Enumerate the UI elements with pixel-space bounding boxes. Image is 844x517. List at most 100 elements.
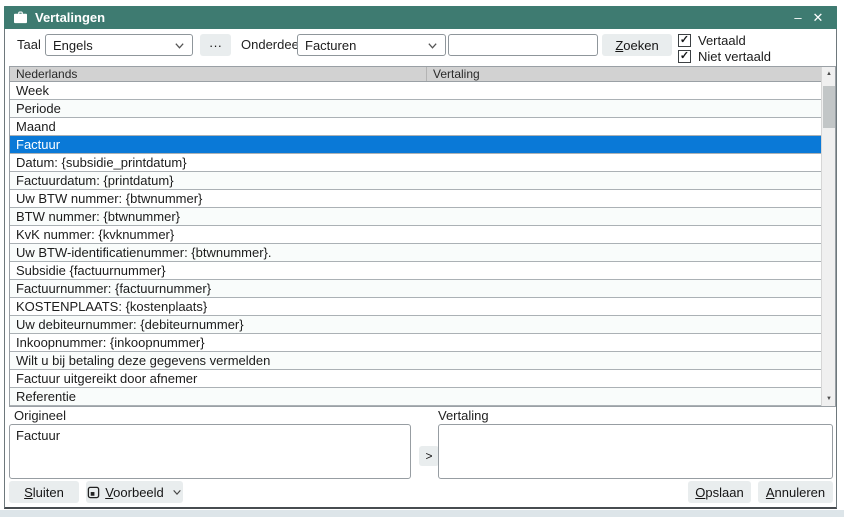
cell-vertaling — [427, 370, 821, 387]
table-row[interactable]: Factuur uitgereikt door afnemer — [10, 370, 821, 388]
close-button[interactable]: ✕ — [808, 7, 828, 29]
table-header: Nederlands Vertaling — [10, 67, 835, 82]
vertaald-checkbox[interactable]: ✓ — [678, 34, 691, 47]
cell-nederlands: Subsidie {factuurnummer} — [10, 262, 427, 279]
vertaling-textarea[interactable] — [439, 425, 832, 478]
search-input[interactable] — [456, 38, 590, 53]
cell-vertaling — [427, 334, 821, 351]
cell-nederlands: Datum: {subsidie_printdatum} — [10, 154, 427, 171]
cell-vertaling — [427, 136, 821, 153]
annuleren-button[interactable]: Annuleren — [758, 481, 833, 503]
cell-vertaling — [427, 118, 821, 135]
cell-vertaling — [427, 280, 821, 297]
table-row[interactable]: Factuur — [10, 136, 821, 154]
column-header-nederlands[interactable]: Nederlands — [10, 67, 427, 81]
cell-nederlands: Maand — [10, 118, 427, 135]
scroll-up-icon[interactable]: ▲ — [822, 67, 836, 81]
table-row[interactable]: Factuurnummer: {factuurnummer} — [10, 280, 821, 298]
cell-nederlands: Periode — [10, 100, 427, 117]
cell-vertaling — [427, 154, 821, 171]
column-header-vertaling[interactable]: Vertaling — [427, 67, 835, 81]
cell-nederlands: Week — [10, 82, 427, 99]
chevron-down-icon — [427, 40, 438, 51]
cell-vertaling — [427, 352, 821, 369]
sluiten-button[interactable]: Sluiten — [9, 481, 79, 503]
briefcase-icon — [13, 11, 28, 24]
taal-select-value: Engels — [53, 38, 174, 53]
niet-vertaald-checkbox[interactable]: ✓ — [678, 50, 691, 63]
titlebar[interactable]: Vertalingen – ✕ — [4, 6, 837, 29]
cell-nederlands: Uw BTW nummer: {btwnummer} — [10, 190, 427, 207]
search-input-wrap — [448, 34, 598, 56]
origineel-label: Origineel — [14, 407, 66, 424]
cell-vertaling — [427, 316, 821, 333]
cell-nederlands: BTW nummer: {btwnummer} — [10, 208, 427, 225]
table-row[interactable]: Periode — [10, 100, 821, 118]
table-row[interactable]: Uw BTW nummer: {btwnummer} — [10, 190, 821, 208]
table-row[interactable]: KvK nummer: {kvknummer} — [10, 226, 821, 244]
transfer-button[interactable]: > — [419, 446, 439, 466]
translations-table: Nederlands Vertaling Week Periode Maand … — [9, 66, 836, 407]
vertaald-checkbox-row: ✓ Vertaald — [678, 33, 746, 48]
cell-vertaling — [427, 244, 821, 261]
chevron-down-icon — [174, 40, 185, 51]
table-row[interactable]: BTW nummer: {btwnummer} — [10, 208, 821, 226]
table-row[interactable]: Subsidie {factuurnummer} — [10, 262, 821, 280]
table-row[interactable]: Factuurdatum: {printdatum} — [10, 172, 821, 190]
cell-vertaling — [427, 82, 821, 99]
scroll-down-icon[interactable]: ▼ — [822, 392, 836, 406]
onderdeel-select-value: Facturen — [305, 38, 427, 53]
cell-vertaling — [427, 298, 821, 315]
vertical-scrollbar[interactable]: ▲ ▼ — [821, 67, 835, 406]
cell-nederlands: Uw debiteurnummer: {debiteurnummer} — [10, 316, 427, 333]
opslaan-button[interactable]: Opslaan — [688, 481, 751, 503]
onderdeel-label: Onderdeel — [241, 34, 302, 56]
cell-vertaling — [427, 100, 821, 117]
zoeken-button[interactable]: Zoeken — [602, 34, 672, 56]
voorbeeld-label: Voorbeeld — [105, 485, 164, 500]
cell-nederlands: Inkoopnummer: {inkoopnummer} — [10, 334, 427, 351]
origineel-textarea[interactable]: Factuur — [10, 425, 410, 478]
preview-icon — [87, 486, 100, 499]
table-body: Week Periode Maand Factuur Datum: {subsi… — [10, 82, 821, 406]
table-row[interactable]: Uw BTW-identificatienummer: {btwnummer}. — [10, 244, 821, 262]
onderdeel-select[interactable]: Facturen — [297, 34, 446, 56]
cell-vertaling — [427, 226, 821, 243]
cell-nederlands: Wilt u bij betaling deze gegevens vermel… — [10, 352, 427, 369]
niet-vertaald-checkbox-row: ✓ Niet vertaald — [678, 49, 771, 64]
voorbeeld-button[interactable]: Voorbeeld — [86, 481, 183, 503]
cell-nederlands: Factuur — [10, 136, 427, 153]
cell-nederlands: Uw BTW-identificatienummer: {btwnummer}. — [10, 244, 427, 261]
cell-vertaling — [427, 262, 821, 279]
origineel-textarea-wrap: Factuur — [9, 424, 411, 479]
cell-nederlands: KOSTENPLAATS: {kostenplaats} — [10, 298, 427, 315]
more-languages-button[interactable]: ··· — [200, 34, 231, 56]
table-row[interactable]: Inkoopnummer: {inkoopnummer} — [10, 334, 821, 352]
table-row[interactable]: Referentie — [10, 388, 821, 406]
taal-select[interactable]: Engels — [45, 34, 193, 56]
cell-nederlands: Factuurnummer: {factuurnummer} — [10, 280, 427, 297]
vertaling-label: Vertaling — [438, 407, 489, 424]
window-title: Vertalingen — [35, 10, 788, 25]
cell-nederlands: Factuurdatum: {printdatum} — [10, 172, 427, 189]
cell-nederlands: Referentie — [10, 388, 427, 405]
cell-vertaling — [427, 388, 821, 405]
vertalingen-dialog: Vertalingen – ✕ Taal Engels ··· Onderdee… — [4, 6, 837, 509]
table-row[interactable]: KOSTENPLAATS: {kostenplaats} — [10, 298, 821, 316]
vertaling-textarea-wrap — [438, 424, 833, 479]
table-row[interactable]: Week — [10, 82, 821, 100]
minimize-button[interactable]: – — [788, 7, 808, 29]
scrollbar-thumb[interactable] — [823, 86, 835, 128]
taal-label: Taal — [17, 34, 41, 56]
table-row[interactable]: Wilt u bij betaling deze gegevens vermel… — [10, 352, 821, 370]
vertaald-label: Vertaald — [698, 33, 746, 48]
cell-nederlands: KvK nummer: {kvknummer} — [10, 226, 427, 243]
table-row[interactable]: Maand — [10, 118, 821, 136]
cell-vertaling — [427, 190, 821, 207]
screen: Vertalingen – ✕ Taal Engels ··· Onderdee… — [0, 0, 844, 517]
cell-vertaling — [427, 172, 821, 189]
cell-vertaling — [427, 208, 821, 225]
table-row[interactable]: Uw debiteurnummer: {debiteurnummer} — [10, 316, 821, 334]
table-row[interactable]: Datum: {subsidie_printdatum} — [10, 154, 821, 172]
desktop-strip — [0, 510, 844, 517]
